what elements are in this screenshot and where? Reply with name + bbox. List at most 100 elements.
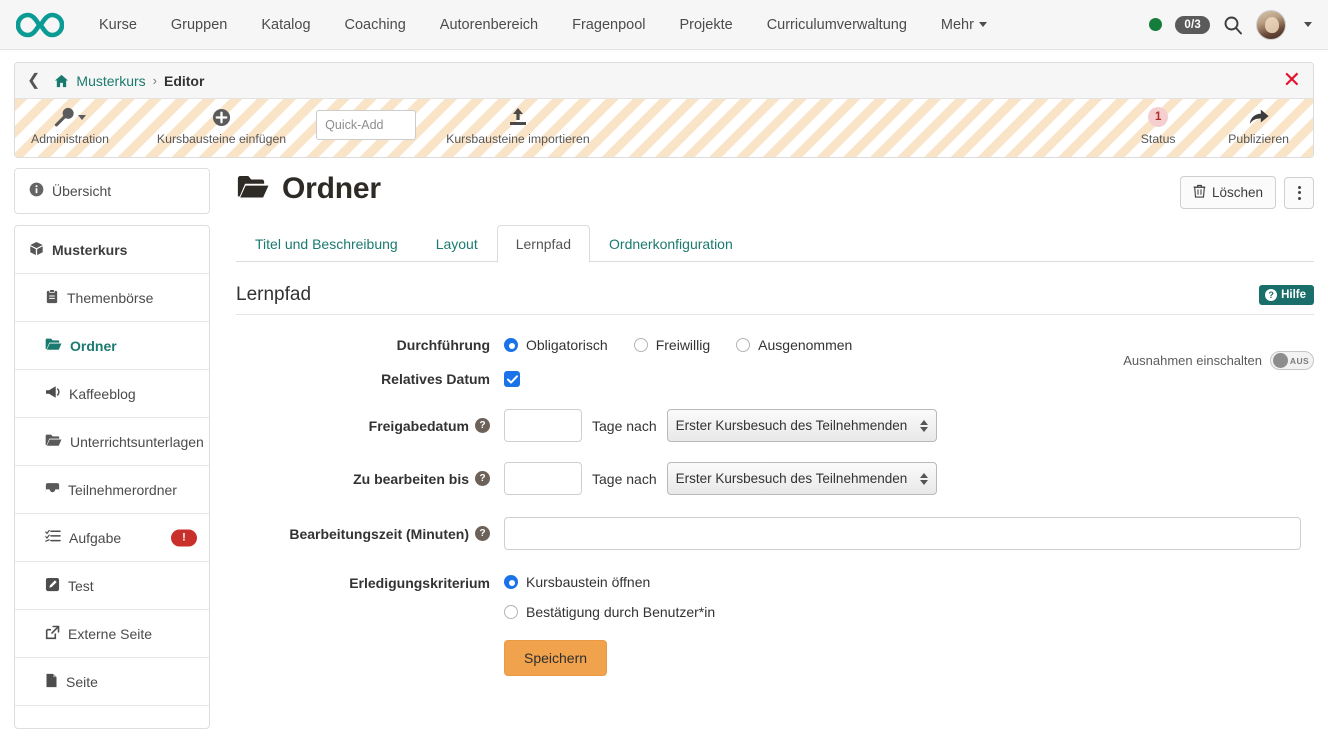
- nav-item-mehr[interactable]: Mehr: [924, 11, 1004, 39]
- toolbar-insert-label: Kursbausteine einfügen: [157, 132, 286, 146]
- sidebar-item-placeholder: [15, 706, 209, 728]
- bearbeitungszeit-input[interactable]: [504, 517, 1301, 550]
- nav-item-kurse[interactable]: Kurse: [82, 11, 154, 39]
- freigabedatum-days-input[interactable]: [504, 409, 582, 442]
- sidebar-item-aufgabe[interactable]: Aufgabe !: [15, 514, 209, 562]
- nav-item-katalog[interactable]: Katalog: [244, 11, 327, 39]
- tab-ordnerkonfiguration[interactable]: Ordnerkonfiguration: [590, 225, 752, 262]
- sidebar-tree-card: Musterkurs Themenbörse Ordner: [14, 225, 210, 729]
- nav-item-mehr-label: Mehr: [941, 17, 974, 33]
- radio-label: Kursbaustein öffnen: [526, 574, 650, 590]
- sidebar-item-test[interactable]: Test: [15, 562, 209, 610]
- radio-indicator: [504, 605, 518, 619]
- durchfuehrung-radio-group: Obligatorisch Freiwillig Ausgenommen: [504, 337, 852, 353]
- radio-bestaetigung-durch-benutzerin[interactable]: Bestätigung durch Benutzer*in: [504, 604, 715, 620]
- search-icon[interactable]: [1223, 15, 1243, 35]
- freigabedatum-select-wrapper: Erster Kursbesuch des Teilnehmenden: [667, 409, 937, 442]
- tab-lernpfad[interactable]: Lernpfad: [497, 225, 590, 263]
- zu-bearbeiten-bis-reference-select[interactable]: Erster Kursbesuch des Teilnehmenden: [667, 462, 937, 495]
- sidebar-item-externe-seite[interactable]: Externe Seite: [15, 610, 209, 658]
- help-button[interactable]: ? Hilfe: [1259, 285, 1314, 305]
- radio-ausgenommen[interactable]: Ausgenommen: [736, 337, 852, 353]
- more-options-button[interactable]: [1284, 177, 1314, 209]
- quick-add-input[interactable]: [316, 110, 416, 140]
- avatar-chevron-down-icon[interactable]: [1304, 22, 1312, 27]
- field-zu-bearbeiten-bis: Zu bearbeiten bis ? Tage nach Erster Kur…: [236, 462, 1314, 495]
- question-circle-icon: ?: [1265, 289, 1277, 301]
- toolbar-administration[interactable]: Administration: [31, 104, 109, 146]
- content-tabs: Titel und Beschreibung Layout Lernpfad O…: [236, 225, 1314, 262]
- sidebar-item-label: Themenbörse: [67, 290, 153, 306]
- sidebar-item-uebersicht[interactable]: Übersicht: [15, 169, 209, 213]
- clipboard-icon: [45, 289, 59, 307]
- nav-item-curriculumverwaltung[interactable]: Curriculumverwaltung: [750, 11, 924, 39]
- page-title: Ordner: [236, 172, 381, 206]
- toolbar-administration-label: Administration: [31, 132, 109, 146]
- radio-indicator: [634, 338, 648, 352]
- question-mark-icon[interactable]: ?: [475, 471, 490, 486]
- radio-obligatorisch[interactable]: Obligatorisch: [504, 337, 608, 353]
- sidebar-item-label: Test: [68, 578, 94, 594]
- infinity-logo[interactable]: [14, 8, 66, 42]
- status-badge: 1: [1148, 106, 1168, 128]
- sidebar-item-seite[interactable]: Seite: [15, 658, 209, 706]
- breadcrumb-course-link[interactable]: Musterkurs: [76, 73, 145, 89]
- save-button[interactable]: Speichern: [504, 640, 607, 676]
- tab-titel-und-beschreibung[interactable]: Titel und Beschreibung: [236, 225, 417, 262]
- breadcrumb: ❮ Musterkurs › Editor ✕: [15, 63, 1313, 99]
- nav-item-fragenpool[interactable]: Fragenpool: [555, 11, 662, 39]
- sidebar-item-label: Externe Seite: [68, 626, 152, 642]
- radio-freiwillig[interactable]: Freiwillig: [634, 337, 710, 353]
- nav-item-gruppen[interactable]: Gruppen: [154, 11, 244, 39]
- radio-label: Ausgenommen: [758, 337, 852, 353]
- breadcrumb-separator: ›: [153, 73, 157, 88]
- toolbar-publish[interactable]: Publizieren: [1228, 104, 1289, 146]
- exceptions-toggle-switch[interactable]: AUS: [1270, 351, 1314, 370]
- tab-layout[interactable]: Layout: [417, 225, 497, 262]
- sidebar-item-kaffeeblog[interactable]: Kaffeeblog: [15, 370, 209, 418]
- sidebar-item-label: Teilnehmerordner: [68, 482, 177, 498]
- avatar[interactable]: [1256, 10, 1286, 40]
- sidebar-item-label: Ordner: [70, 338, 117, 354]
- freigabedatum-reference-select[interactable]: Erster Kursbesuch des Teilnehmenden: [667, 409, 937, 442]
- zu-bearbeiten-bis-mid-label: Tage nach: [592, 471, 657, 487]
- sidebar-item-themenboerse[interactable]: Themenbörse: [15, 274, 209, 322]
- sidebar-item-teilnehmerordner[interactable]: Teilnehmerordner: [15, 466, 209, 514]
- sidebar-item-musterkurs[interactable]: Musterkurs: [15, 226, 209, 274]
- nav-item-autorenbereich[interactable]: Autorenbereich: [423, 11, 555, 39]
- breadcrumb-current: Editor: [164, 73, 204, 89]
- field-label: Zu bearbeiten bis: [353, 471, 469, 487]
- folder-open-icon: [45, 433, 62, 450]
- page-content: Übersicht Musterkurs Themenbörse: [0, 158, 1328, 729]
- sidebar-item-label: Seite: [66, 674, 98, 690]
- nav-right-cluster: 0/3: [1149, 10, 1314, 40]
- question-mark-icon[interactable]: ?: [475, 418, 490, 433]
- megaphone-icon: [45, 385, 61, 402]
- editor-panel: ❮ Musterkurs › Editor ✕ Administration: [14, 62, 1314, 158]
- section-title: Lernpfad: [236, 284, 311, 306]
- sidebar-item-ordner[interactable]: Ordner: [15, 322, 209, 370]
- zu-bearbeiten-bis-days-input[interactable]: [504, 462, 582, 495]
- radio-kursbaustein-oeffnen[interactable]: Kursbaustein öffnen: [504, 574, 715, 590]
- question-mark-icon[interactable]: ?: [475, 526, 490, 541]
- form-actions: Speichern: [236, 640, 1314, 676]
- back-chevron-left-icon[interactable]: ❮: [27, 73, 40, 89]
- sidebar-item-unterrichtsunterlagen[interactable]: Unterrichtsunterlagen: [15, 418, 209, 466]
- delete-button-label: Löschen: [1212, 185, 1263, 200]
- toolbar-insert-building-blocks[interactable]: Kursbausteine einfügen: [157, 104, 286, 146]
- delete-button[interactable]: Löschen: [1180, 176, 1276, 209]
- radio-indicator: [504, 575, 518, 589]
- toolbar-status[interactable]: 1 Status: [1128, 104, 1188, 146]
- app-root: Kurse Gruppen Katalog Coaching Autorenbe…: [0, 0, 1328, 729]
- sidebar-item-label: Musterkurs: [52, 242, 127, 258]
- close-icon[interactable]: ✕: [1283, 70, 1301, 92]
- relatives-datum-checkbox[interactable]: [504, 371, 520, 387]
- home-icon[interactable]: [54, 74, 69, 88]
- nav-item-projekte[interactable]: Projekte: [662, 11, 749, 39]
- task-count-badge[interactable]: 0/3: [1175, 16, 1210, 34]
- radio-indicator: [736, 338, 750, 352]
- field-label: Erledigungskriterium: [236, 574, 504, 591]
- nav-item-coaching[interactable]: Coaching: [328, 11, 423, 39]
- field-erledigungskriterium: Erledigungskriterium Kursbaustein öffnen…: [236, 574, 1314, 620]
- toolbar-import-building-blocks[interactable]: Kursbausteine importieren: [446, 104, 590, 146]
